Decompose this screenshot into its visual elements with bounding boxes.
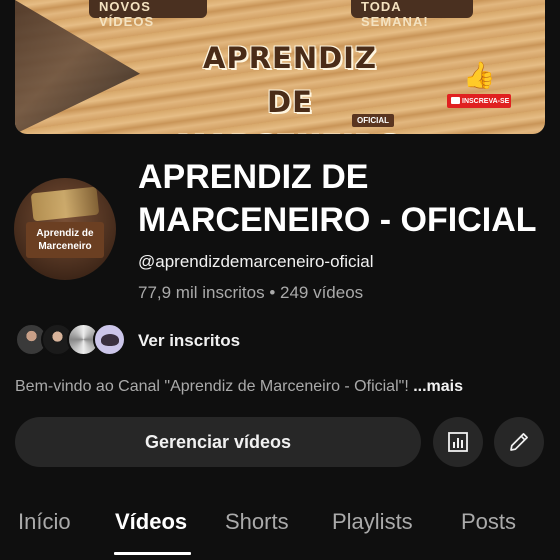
tools-illustration bbox=[30, 186, 100, 222]
analytics-button[interactable] bbox=[433, 417, 483, 467]
thumbs-up-icon: 👍 bbox=[463, 60, 496, 90]
subscriber-avatars[interactable] bbox=[15, 323, 126, 357]
banner-title-line1: APRENDIZ DE bbox=[203, 41, 377, 119]
tab-inicio[interactable]: Início bbox=[18, 509, 71, 535]
channel-stats: 77,9 mil inscritos • 249 vídeos bbox=[138, 283, 364, 302]
banner-oficial-badge: OFICIAL bbox=[352, 114, 394, 127]
subscriber-avatar bbox=[93, 323, 126, 356]
active-tab-indicator bbox=[114, 552, 191, 555]
banner-subscribe-label: INSCREVA-SE bbox=[462, 98, 510, 105]
channel-tabs: Início Vídeos Shorts Playlists Posts bbox=[0, 497, 560, 560]
avatar-text: Aprendiz de Marceneiro bbox=[26, 227, 104, 253]
tab-videos[interactable]: Vídeos bbox=[115, 509, 187, 535]
description-text: Bem-vindo ao Canal "Aprendiz de Marcenei… bbox=[15, 378, 414, 395]
description-more-link[interactable]: ...mais bbox=[413, 378, 463, 395]
banner-subscribe-badge: INSCREVA-SE bbox=[447, 94, 511, 108]
channel-name: APRENDIZ DE MARCENEIRO - OFICIAL bbox=[138, 158, 537, 239]
view-subscribers-link[interactable]: Ver inscritos bbox=[138, 331, 240, 351]
banner-tag-new-videos: NOVOS VÍDEOS bbox=[89, 0, 207, 29]
avatar-text-line1: Aprendiz de bbox=[36, 228, 94, 239]
edit-channel-button[interactable] bbox=[494, 417, 544, 467]
analytics-icon bbox=[448, 432, 468, 452]
manage-videos-button[interactable]: Gerenciar vídeos bbox=[15, 417, 421, 467]
channel-banner: NOVOS VÍDEOS TODA SEMANA! APRENDIZ DE MA… bbox=[15, 0, 545, 134]
channel-avatar[interactable]: Aprendiz de Marceneiro bbox=[14, 178, 116, 280]
tab-posts[interactable]: Posts bbox=[461, 509, 516, 535]
channel-handle: @aprendizdemarceneiro-oficial bbox=[138, 252, 374, 271]
tab-shorts[interactable]: Shorts bbox=[225, 509, 289, 535]
play-icon bbox=[451, 97, 460, 104]
avatar-text-line2: Marceneiro bbox=[38, 241, 92, 252]
tab-playlists[interactable]: Playlists bbox=[332, 509, 413, 535]
banner-tag-weekly: TODA SEMANA! bbox=[351, 0, 473, 29]
channel-description[interactable]: Bem-vindo ao Canal "Aprendiz de Marcenei… bbox=[15, 378, 555, 396]
pencil-icon bbox=[510, 433, 528, 451]
